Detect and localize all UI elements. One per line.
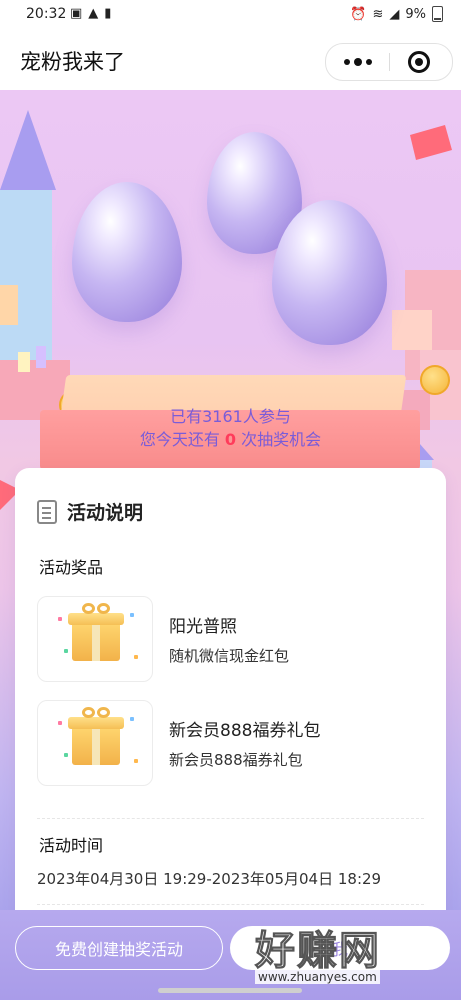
notification-icons: ▣ ▲ ▮ [70,6,111,21]
alarm-icon: ⏰ [350,6,367,22]
card-header: 活动说明 [37,498,143,525]
watermark-url: www.zhuanyes.com [255,970,380,984]
remaining-chances: 您今天还有 0 次抽奖机会 [0,426,461,450]
site-watermark: 好赚网 www.zhuanyes.com [255,918,445,988]
prize-name: 新会员888福券礼包 [169,721,321,741]
prize-image [37,596,153,682]
prize-image [37,700,153,786]
signal-icon: ◢ [389,6,400,22]
section-divider [37,818,424,820]
gift-icon [72,621,120,661]
confetti [134,655,138,659]
gift-icon [72,725,120,765]
gift-bow [82,707,110,721]
card-title: 活动说明 [67,502,144,524]
gift-bow [82,603,110,617]
confetti [130,613,134,617]
more-button[interactable] [326,44,389,80]
watermark-logo: 好赚网 [255,928,381,975]
home-indicator[interactable] [158,988,302,993]
prize-name: 阳光普照 [169,617,237,637]
status-right: ⏰ ≋ ◢ 9% [350,6,443,22]
close-mini-program-icon[interactable] [408,51,430,73]
wifi-icon: ≋ [372,6,384,22]
image-icon: ▣ [70,6,83,21]
battery-icon [432,6,443,22]
status-bar: 20:32 ▣ ▲ ▮ ⏰ ≋ ◢ 9% [0,0,461,30]
status-time: 20:32 [26,6,67,22]
chances-prefix: 您今天还有 [139,430,220,449]
warning-icon: ▲ [88,6,99,21]
chances-suffix: 次抽奖机会 [241,430,322,449]
section-divider [37,904,424,906]
prizes-label: 活动奖品 [34,554,110,581]
confetti [58,721,62,725]
document-icon [37,499,57,524]
battery-percent: 9% [405,6,426,22]
time-label: 活动时间 [34,832,110,859]
capsule-divider [389,53,390,71]
nav-bar: 宠粉我来了 [0,30,461,90]
coin-icon [420,365,450,395]
page-title: 宠粉我来了 [20,50,125,74]
confetti [64,649,68,653]
dot-icon [353,58,362,66]
clipboard-icon: ▮ [104,6,112,21]
create-lottery-button[interactable]: 免费创建抽奖活动 [15,926,223,970]
prize-desc: 随机微信现金红包 [169,647,290,665]
dot-icon [343,59,350,65]
participants-count: 已有3161人参与 [170,407,291,426]
confetti [134,759,138,763]
chances-count: 0 [224,430,237,449]
confetti [58,617,62,621]
mini-program-capsule [325,43,453,81]
confetti [64,753,68,757]
dot-icon [365,59,372,65]
activity-time-range: 2023年04月30日 19:29-2023年05月04日 18:29 [37,870,382,888]
prize-item: 新会员888福券礼包 新会员888福券礼包 [37,700,320,786]
confetti [130,717,134,721]
activity-card: 活动说明 活动奖品 阳光普照 随机微信现金红包 新会员888福券礼包 新会员88… [15,468,446,928]
prize-desc: 新会员888福券礼包 [169,751,303,769]
prize-item: 阳光普照 随机微信现金红包 [37,596,289,682]
